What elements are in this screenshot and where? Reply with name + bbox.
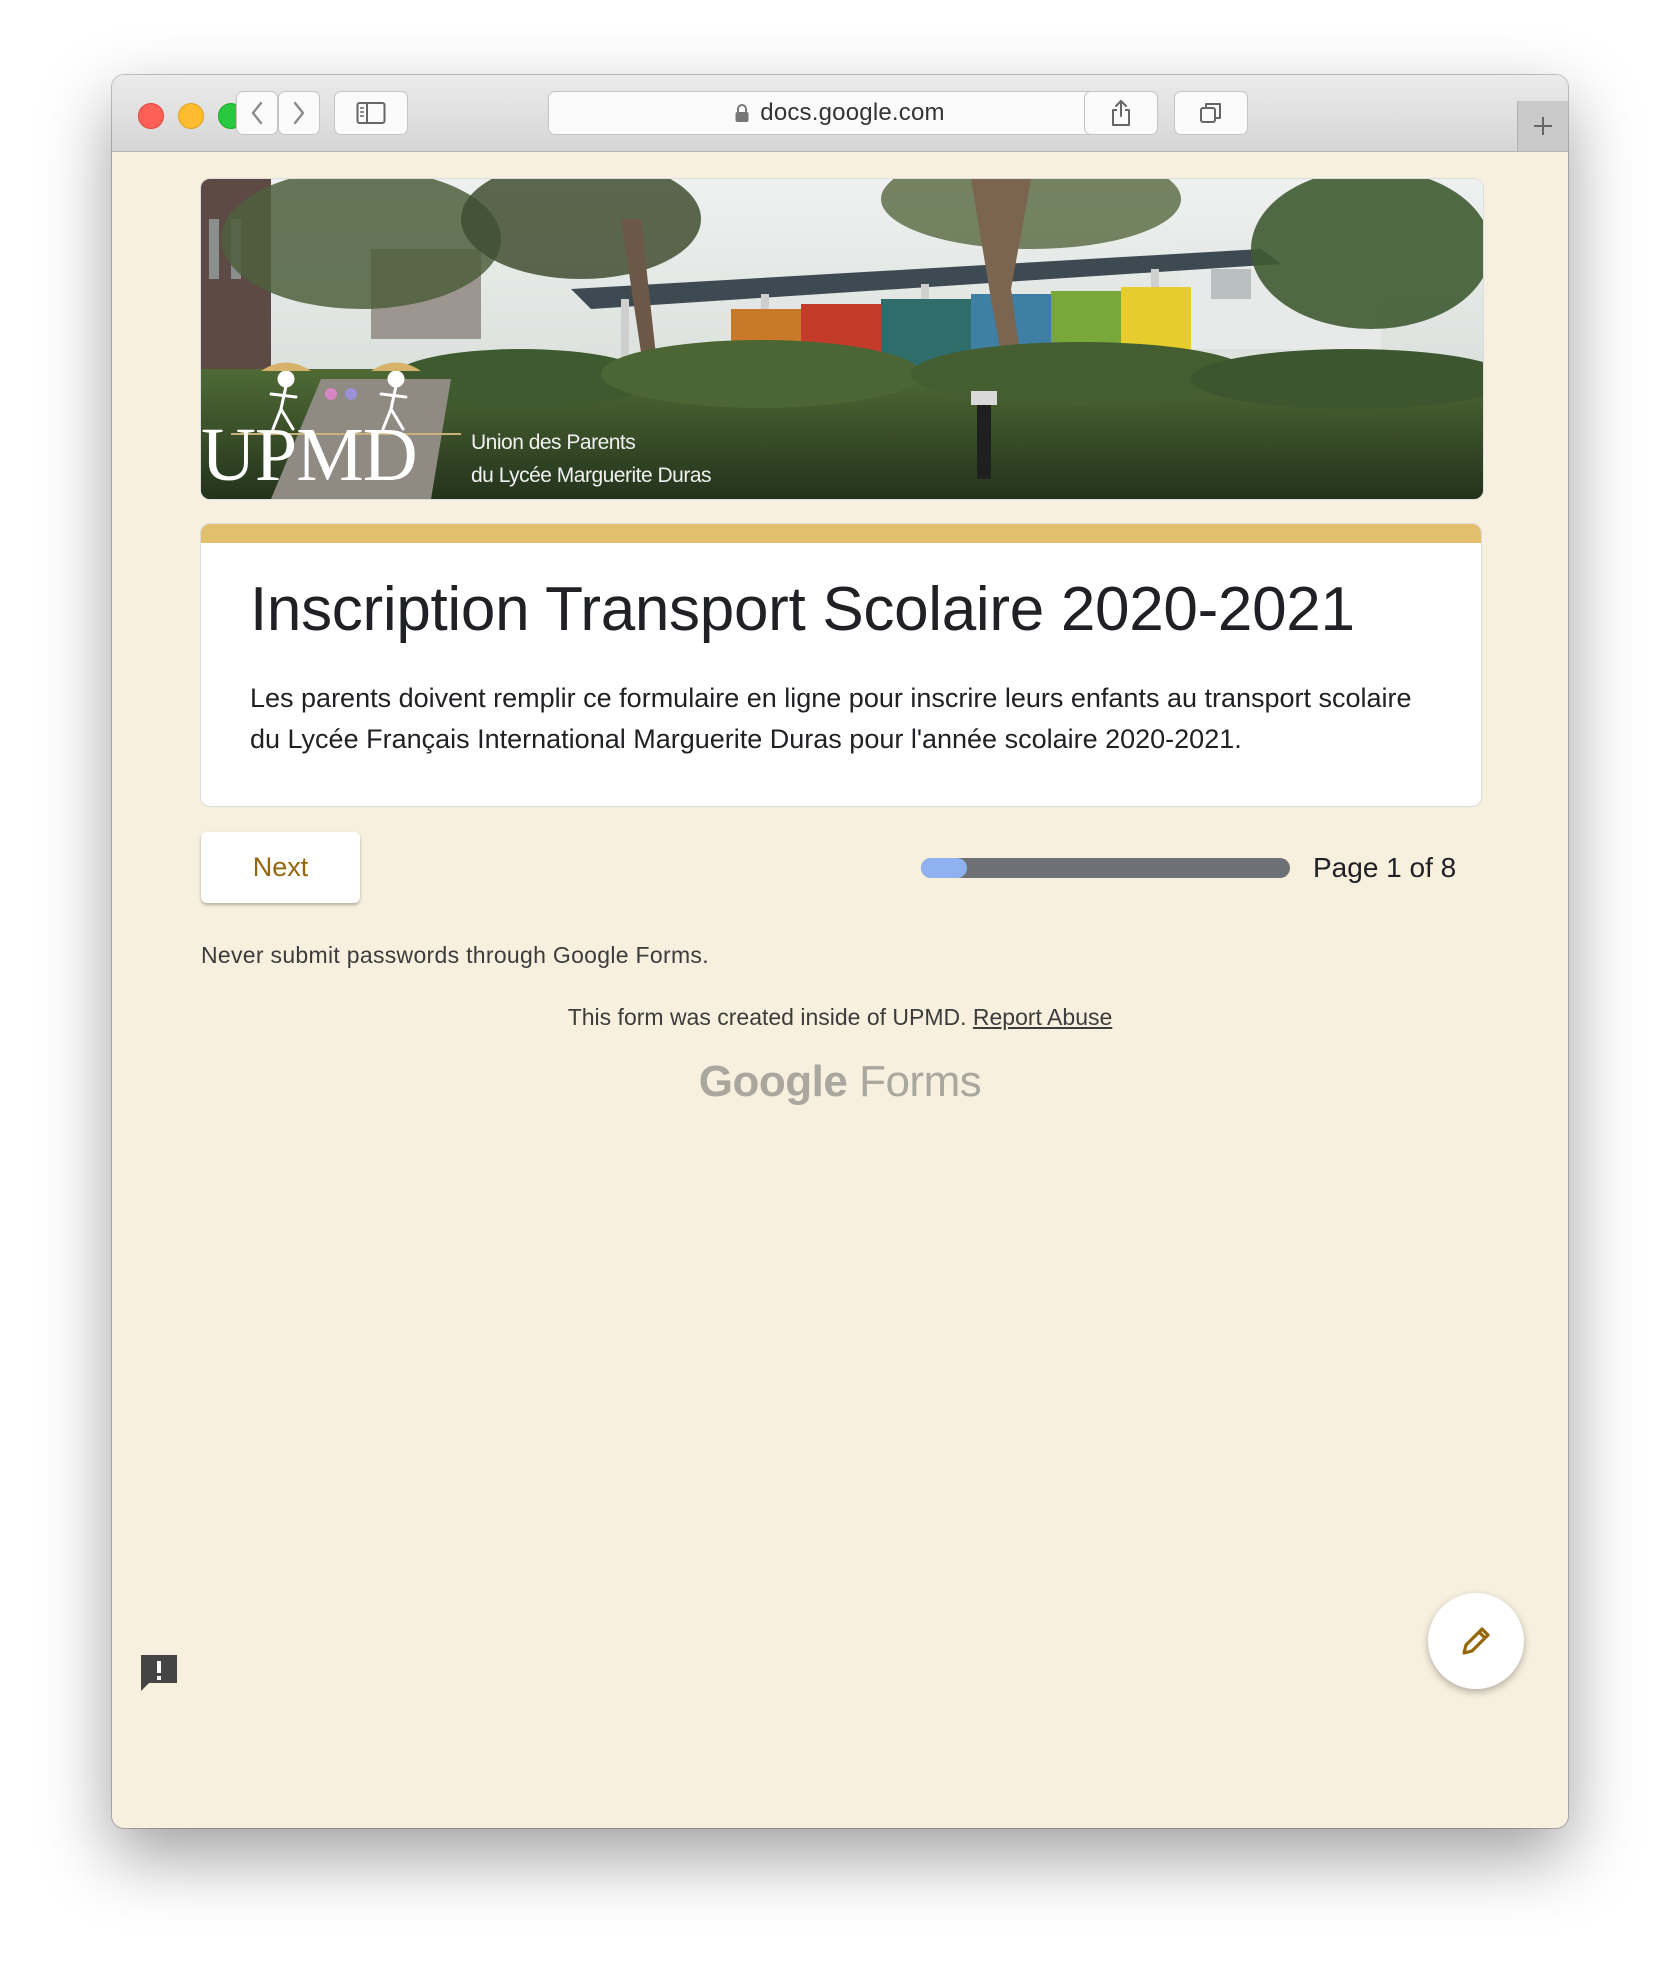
share-icon xyxy=(1112,100,1130,126)
progress-bar xyxy=(921,858,1290,878)
browser-toolbar: docs.google.com xyxy=(112,75,1568,152)
minimize-window-button[interactable] xyxy=(178,103,204,129)
form-description: Les parents doivent remplir ce formulair… xyxy=(250,683,1412,754)
pencil-icon xyxy=(1462,1627,1490,1655)
feedback-icon[interactable] xyxy=(138,1652,180,1699)
banner-subtitle-line1: Union des Parents xyxy=(471,431,636,454)
sidebar-icon xyxy=(356,102,386,124)
banner-logo-text: UPMD xyxy=(201,413,418,497)
created-inside-text: This form was created inside of UPMD. xyxy=(567,1004,967,1030)
accent-bar xyxy=(201,524,1481,543)
google-forms-logo[interactable]: Google Forms xyxy=(112,1057,1568,1107)
forms-wordmark: Forms xyxy=(859,1057,982,1106)
plus-icon xyxy=(1534,117,1552,135)
tabs-overview-button[interactable] xyxy=(1174,91,1248,135)
chevron-right-icon xyxy=(293,101,305,125)
address-bar[interactable]: docs.google.com xyxy=(548,91,1131,135)
footer-info: This form was created inside of UPMD. Re… xyxy=(112,1004,1568,1031)
banner-subtitle-line2: du Lycée Marguerite Duras xyxy=(471,464,712,487)
next-button[interactable]: Next xyxy=(201,832,360,903)
close-window-button[interactable] xyxy=(138,103,164,129)
progress-fill xyxy=(921,858,968,878)
form-header-card: Inscription Transport Scolaire 2020-2021… xyxy=(200,523,1482,807)
share-button[interactable] xyxy=(1084,91,1158,135)
tabs-icon xyxy=(1200,103,1221,123)
url-text: docs.google.com xyxy=(760,99,945,126)
page-content: UPMD Union des Parents du Lycée Margueri… xyxy=(112,152,1568,1828)
report-abuse-link[interactable]: Report Abuse xyxy=(973,1004,1112,1030)
forward-button[interactable] xyxy=(278,91,320,135)
sidebar-toggle-button[interactable] xyxy=(334,91,408,135)
header-banner-image: UPMD Union des Parents du Lycée Margueri… xyxy=(200,178,1484,500)
back-button[interactable] xyxy=(236,91,278,135)
lock-icon xyxy=(734,103,750,123)
edit-fab-button[interactable] xyxy=(1428,1593,1524,1689)
browser-window: docs.google.com UPMD Union des Parents d… xyxy=(112,75,1568,1828)
password-warning: Never submit passwords through Google Fo… xyxy=(201,942,709,968)
google-wordmark: Google xyxy=(698,1057,848,1106)
new-tab-button[interactable] xyxy=(1517,101,1568,151)
form-title: Inscription Transport Scolaire 2020-2021 xyxy=(250,575,1355,644)
page-indicator: Page 1 of 8 xyxy=(1313,852,1457,883)
chevron-left-icon xyxy=(251,101,263,125)
